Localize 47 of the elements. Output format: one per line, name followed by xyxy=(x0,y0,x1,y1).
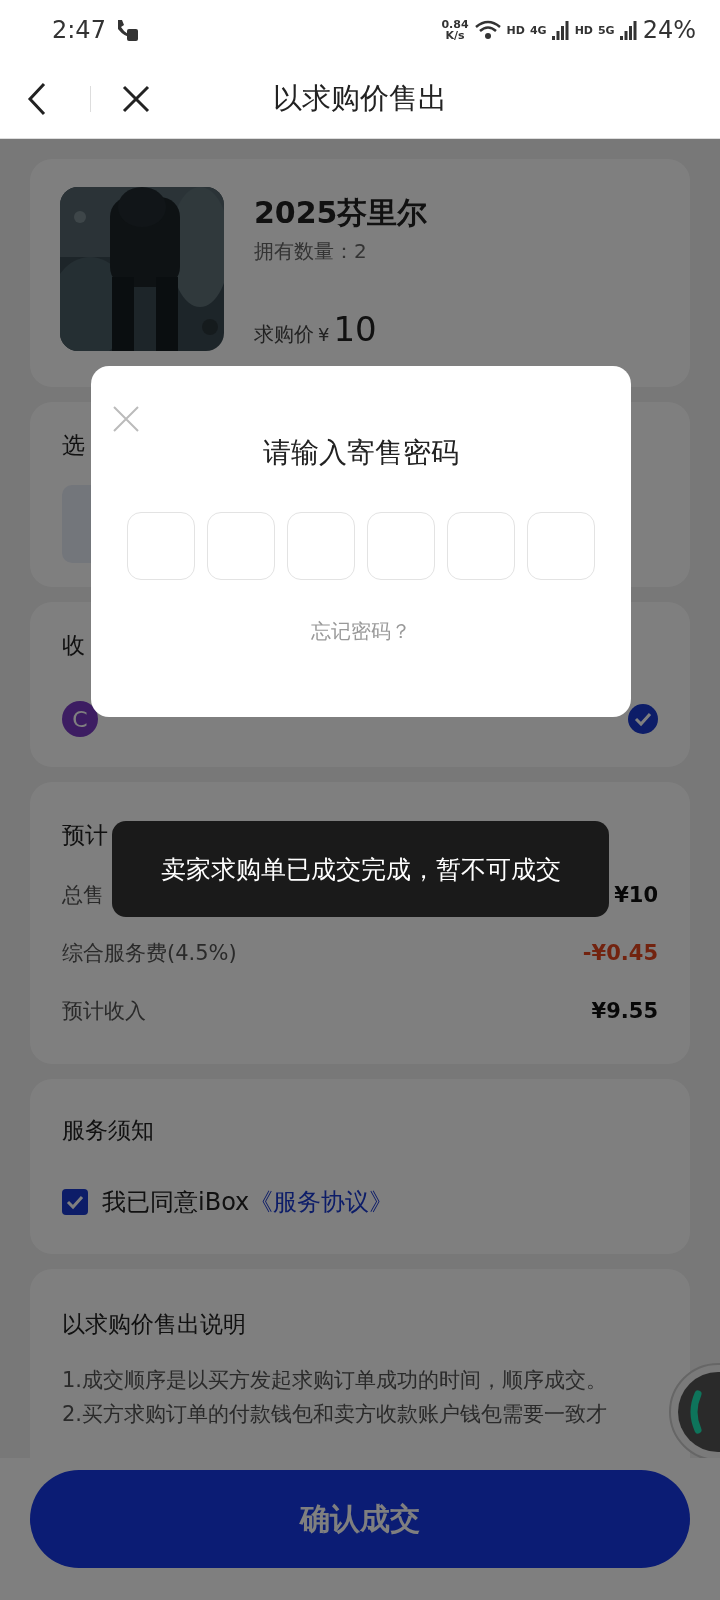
section-title: 预计 xyxy=(62,822,108,848)
income-value: ¥9.55 xyxy=(591,999,658,1023)
speed-unit: K/s xyxy=(445,30,465,41)
check-circle-icon[interactable] xyxy=(628,704,658,734)
hd-label: HD xyxy=(506,23,525,37)
code-input-field[interactable] xyxy=(287,512,355,580)
wallet-avatar: C xyxy=(62,701,98,737)
agree-checkbox[interactable] xyxy=(62,1189,88,1215)
network-speed: 0.84 xyxy=(441,19,469,30)
income-label: 预计收入 xyxy=(62,998,146,1025)
section-title: 服务须知 xyxy=(62,1117,154,1143)
note-text: 2.买方求购订单的付款钱包和卖方收款账户钱包需要一致才 xyxy=(62,1401,609,1428)
currency-symbol: ¥ xyxy=(318,324,330,345)
agreement-link[interactable]: 《服务协议》 xyxy=(249,1188,394,1216)
wifi-icon xyxy=(473,19,502,41)
code-input-field[interactable] xyxy=(527,512,595,580)
code-input-field[interactable] xyxy=(207,512,275,580)
page-title: 以求购价售出 xyxy=(273,80,447,117)
note-text: 1.成交顺序是以买方发起求购订单成功的时间，顺序成交。 xyxy=(62,1367,609,1394)
signal-icon xyxy=(619,20,638,40)
income-label: 总售 xyxy=(62,882,104,909)
clock-time: 2:47 xyxy=(52,16,106,44)
forgot-password-link[interactable]: 忘记密码？ xyxy=(311,618,411,645)
code-input-field[interactable] xyxy=(367,512,435,580)
price-label: 求购价 xyxy=(254,321,314,348)
income-label: 综合服务费(4.5%) xyxy=(62,940,237,967)
income-value: ¥10 xyxy=(614,883,658,907)
dialog-title: 请输入寄售密码 xyxy=(263,435,459,471)
hd-label: HD xyxy=(574,23,593,37)
owned-quantity: 拥有数量：2 xyxy=(254,238,368,265)
close-icon[interactable] xyxy=(122,85,150,113)
price-value: 10 xyxy=(333,309,377,349)
section-title: 选 xyxy=(62,432,85,458)
code-input-field[interactable] xyxy=(447,512,515,580)
network-type: 4G xyxy=(529,23,547,37)
toast-message: 卖家求购单已成交完成，暂不可成交 xyxy=(112,821,609,917)
agree-text: 我已同意iBox《服务协议》 xyxy=(102,1187,394,1218)
confirm-button[interactable]: 确认成交 xyxy=(30,1470,690,1568)
signal-icon xyxy=(551,20,570,40)
battery-percent: 24% xyxy=(642,16,696,44)
section-title: 以求购价售出说明 xyxy=(62,1311,246,1337)
section-title: 收 xyxy=(62,632,85,658)
income-value: -¥0.45 xyxy=(582,941,658,965)
product-name: 2025芬里尔 xyxy=(254,194,428,232)
back-icon[interactable] xyxy=(26,82,48,116)
code-input-field[interactable] xyxy=(127,512,195,580)
network-type: 5G xyxy=(597,23,615,37)
